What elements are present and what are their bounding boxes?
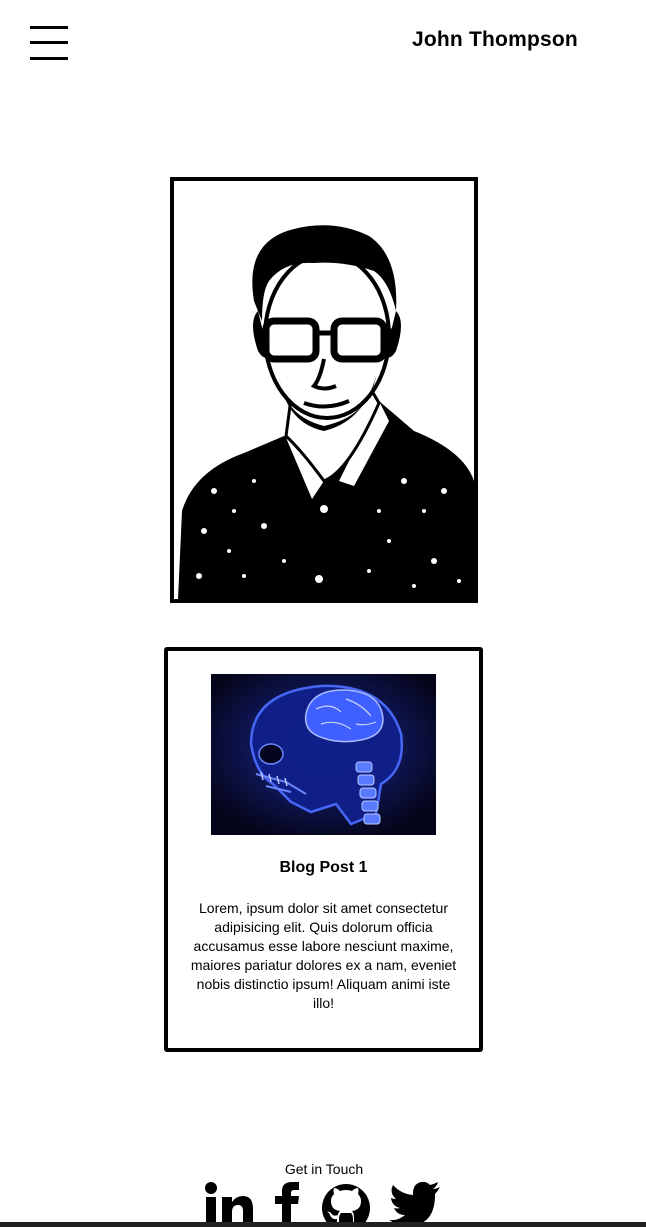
hamburger-menu-icon[interactable] [30,24,68,64]
site-title: John Thompson [412,28,578,51]
linkedin-icon[interactable] [203,1182,255,1227]
portrait-image [170,177,478,603]
xray-skull-brain-image [211,674,436,835]
blog-post-card[interactable]: Blog Post 1 Lorem, ipsum dolor sit amet … [164,647,483,1052]
page-bottom-divider [0,1222,646,1227]
blog-post-excerpt: Lorem, ipsum dolor sit amet consectetur … [190,900,457,1011]
header: John Thompson [0,0,646,90]
twitter-icon[interactable] [389,1182,441,1227]
footer-label: Get in Touch [284,1161,364,1177]
footer: Get in Touch [0,1158,646,1227]
blog-post-title[interactable]: Blog Post 1 [168,859,479,877]
facebook-icon[interactable] [262,1182,314,1227]
github-icon[interactable] [320,1182,372,1227]
